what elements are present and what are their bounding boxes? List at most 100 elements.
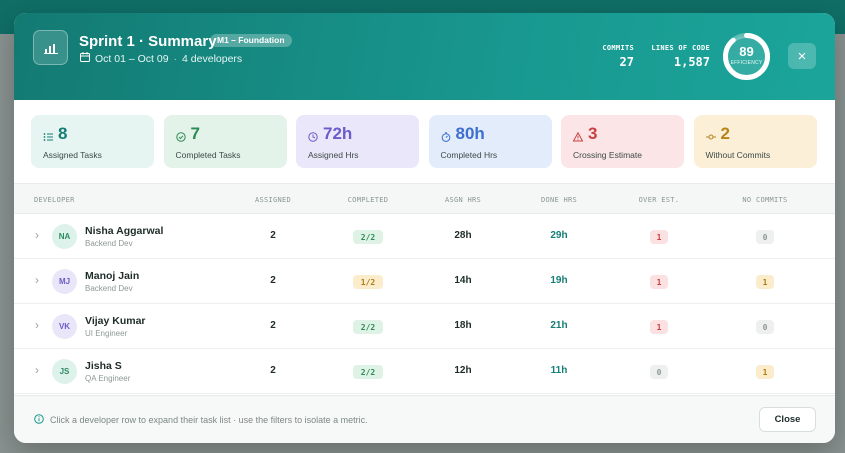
chevron-right-icon[interactable]: ›	[35, 318, 39, 332]
table-row[interactable]: › VK Vijay Kumar UI Engineer 2 2/2 18h 2…	[14, 304, 835, 349]
no-commits-badge: 1	[756, 275, 774, 289]
chevron-right-icon[interactable]: ›	[35, 273, 39, 287]
completed-badge: 2/2	[353, 320, 383, 334]
developer-count: 4 developers	[182, 52, 243, 65]
metric-label: Completed Hrs	[440, 150, 498, 160]
metric-label: Crossing Estimate	[573, 150, 642, 160]
done-hours: 11h	[550, 365, 568, 376]
developer-role: Backend Dev	[85, 284, 133, 293]
close-button[interactable]: Close	[759, 407, 816, 432]
modal-title: Sprint 1 · Summary	[79, 33, 217, 50]
assigned-hours: 18h	[454, 320, 472, 331]
developer-role: UI Engineer	[85, 329, 128, 338]
metric-card: 2 Without Commits	[693, 115, 817, 168]
metric-label: Assigned Hrs	[308, 150, 359, 160]
modal-header: Sprint 1 · Summary M1 – Foundation Oct 0…	[14, 13, 835, 100]
assigned-hours: 28h	[454, 230, 472, 241]
modal-footer: Click a developer row to expand their ta…	[14, 395, 835, 443]
done-hours: 29h	[550, 230, 568, 241]
completed-badge: 2/2	[353, 365, 383, 379]
metric-card: 8 Assigned Tasks	[31, 115, 154, 168]
footer-info: Click a developer row to expand their ta…	[34, 414, 368, 426]
no-commits-badge: 1	[756, 365, 774, 379]
over-estimate-badge: 1	[650, 275, 668, 289]
developer-table: DEVELOPER ASSIGNED COMPLETED ASGN HRS DO…	[14, 183, 835, 395]
assigned-hours: 14h	[454, 275, 472, 286]
no-commits-badge: 0	[756, 230, 774, 244]
assigned-count: 2	[270, 230, 276, 241]
chevron-right-icon[interactable]: ›	[35, 363, 39, 377]
bar-chart-icon	[33, 30, 68, 65]
sprint-summary-modal: Sprint 1 · Summary M1 – Foundation Oct 0…	[14, 13, 835, 443]
metric-card: 3 Crossing Estimate	[561, 115, 684, 168]
done-hours: 21h	[550, 320, 568, 331]
efficiency-label: EFFICIENCY	[730, 60, 763, 66]
close-icon[interactable]: ×	[788, 43, 816, 69]
metric-label: Without Commits	[705, 150, 771, 160]
assigned-hours: 12h	[454, 365, 472, 376]
assigned-count: 2	[270, 275, 276, 286]
developer-role: QA Engineer	[85, 374, 131, 383]
developer-name: Nisha Aggarwal	[85, 225, 164, 237]
loc-stat: LINES OF CODE 1,587	[642, 44, 710, 69]
metric-label: Completed Tasks	[175, 150, 241, 160]
commits-value: 27	[619, 55, 634, 69]
no-commits-badge: 0	[756, 320, 774, 334]
avatar: JS	[52, 359, 77, 384]
commit-icon	[705, 129, 716, 140]
table-row[interactable]: › JS Jisha S QA Engineer 2 2/2 12h 11h 0…	[14, 349, 835, 394]
clock-icon	[308, 129, 318, 142]
efficiency-value: 89	[739, 44, 754, 59]
check-circle-icon	[175, 129, 186, 142]
completed-badge: 1/2	[353, 275, 383, 289]
metric-value: 7	[190, 124, 200, 143]
metric-label: Assigned Tasks	[43, 150, 102, 160]
done-hours: 19h	[550, 275, 568, 286]
sprint-meta: Oct 01 – Oct 09 · 4 developers	[80, 52, 242, 65]
col-over-est: OVER EST.	[638, 196, 680, 204]
table-row[interactable]: › NA Nisha Aggarwal Backend Dev 2 2/2 28…	[14, 214, 835, 259]
developer-name: Jisha S	[85, 360, 122, 372]
table-header: DEVELOPER ASSIGNED COMPLETED ASGN HRS DO…	[14, 183, 835, 214]
metric-card: 7 Completed Tasks	[163, 115, 287, 168]
developer-role: Backend Dev	[85, 239, 133, 248]
footer-info-text: Click a developer row to expand their ta…	[50, 415, 368, 425]
commits-stat: COMMITS 27	[584, 44, 634, 69]
timer-icon	[441, 129, 451, 142]
warning-icon	[572, 129, 584, 142]
metric-card: 80h Completed Hrs	[428, 115, 552, 168]
info-icon	[34, 414, 44, 426]
table-row[interactable]: › MJ Manoj Jain Backend Dev 2 1/2 14h 19…	[14, 259, 835, 304]
metric-card: 72h Assigned Hrs	[296, 115, 419, 168]
col-no-commits: NO COMMITS	[742, 196, 788, 204]
col-assigned: ASSIGNED	[254, 196, 292, 204]
avatar: MJ	[52, 269, 77, 294]
col-completed: COMPLETED	[347, 196, 389, 204]
loc-label: LINES OF CODE	[651, 44, 710, 52]
milestone-badge: M1 – Foundation	[210, 34, 292, 47]
over-estimate-badge: 1	[650, 230, 668, 244]
separator-dot: ·	[173, 52, 178, 65]
avatar: NA	[52, 224, 77, 249]
metric-value: 8	[58, 124, 68, 143]
assigned-count: 2	[270, 320, 276, 331]
avatar: VK	[52, 314, 77, 339]
list-icon	[43, 129, 53, 141]
assigned-count: 2	[270, 365, 276, 376]
completed-badge: 2/2	[353, 230, 383, 244]
col-developer: DEVELOPER	[34, 196, 75, 204]
metric-value: 3	[588, 124, 598, 143]
commits-label: COMMITS	[602, 44, 634, 52]
chevron-right-icon[interactable]: ›	[35, 228, 39, 242]
metric-value: 80h	[455, 124, 485, 143]
loc-value: 1,587	[673, 55, 710, 69]
developer-name: Manoj Jain	[85, 270, 140, 282]
col-done-hrs: DONE HRS	[540, 196, 578, 204]
metric-cards: 8 Assigned Tasks 7 Completed Tasks 72h A…	[31, 115, 817, 168]
calendar-icon	[80, 52, 90, 65]
over-estimate-badge: 0	[650, 365, 668, 379]
sprint-dates: Oct 01 – Oct 09	[95, 52, 169, 65]
developer-name: Vijay Kumar	[85, 315, 146, 327]
metric-value: 2	[720, 124, 730, 143]
over-estimate-badge: 1	[650, 320, 668, 334]
